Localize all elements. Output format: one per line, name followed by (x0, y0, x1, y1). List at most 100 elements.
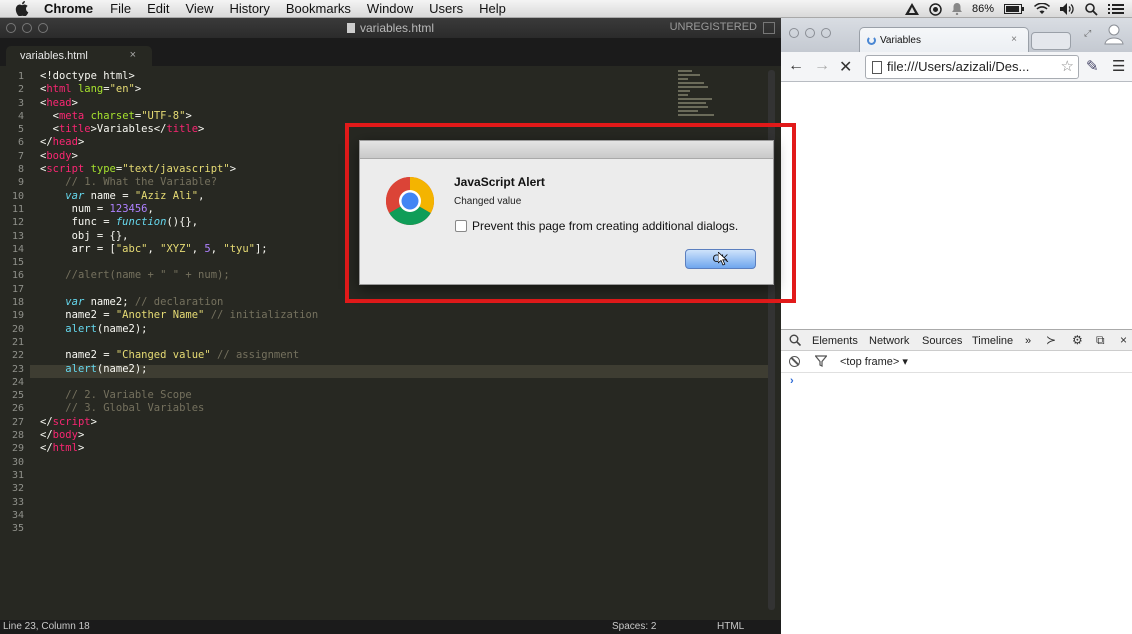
menu-bookmarks[interactable]: Bookmarks (286, 1, 351, 16)
frame-selector[interactable]: <top frame> ▾ (840, 355, 908, 368)
profile-icon[interactable] (1103, 22, 1125, 46)
notification-center-icon[interactable] (1108, 3, 1124, 15)
menu-help[interactable]: Help (479, 1, 506, 16)
notification-icon[interactable] (951, 3, 962, 15)
line-number: 9 (17, 177, 24, 189)
line-number: 26 (11, 403, 24, 415)
console-prompt[interactable]: › (790, 375, 794, 387)
devtools-tab-sources[interactable]: Sources (922, 335, 962, 347)
menu-users[interactable]: Users (429, 1, 463, 16)
javascript-alert-dialog: JavaScript Alert Changed value Prevent t… (359, 140, 774, 285)
devtools-tab-elements[interactable]: Elements (812, 335, 858, 347)
eyedropper-extension-icon[interactable]: ✎ (1086, 57, 1099, 75)
chrome-logo-icon (385, 177, 435, 226)
prevent-dialogs-label[interactable]: Prevent this page from creating addition… (472, 219, 738, 233)
dock-toggle-icon[interactable]: ⧉ (1096, 333, 1105, 348)
close-devtools-icon[interactable]: × (1120, 333, 1127, 347)
close-tab-icon[interactable]: × (130, 49, 136, 61)
editor-title-bar: variables.html UNREGISTERED (0, 18, 781, 38)
new-tab-button[interactable] (1031, 32, 1071, 50)
code-line: // 3. Global Variables (65, 402, 205, 415)
address-bar[interactable]: file:///Users/azizali/Des... ☆ (865, 55, 1079, 79)
code-line: </html> (40, 442, 85, 455)
devtools-tab-bar: Elements Network Sources Timeline » ≻ ⚙ … (781, 329, 1132, 351)
stop-loading-icon[interactable]: ✕ (839, 57, 852, 77)
inspect-search-icon[interactable] (789, 334, 801, 346)
indentation-setting[interactable]: Spaces: 2 (612, 621, 656, 632)
menu-app-name[interactable]: Chrome (44, 1, 93, 16)
code-line: alert(name2); (65, 322, 148, 335)
line-number: 10 (11, 190, 24, 202)
browser-window: Variables × ⤢ ← → ✕ file:///Users/azizal… (781, 18, 1132, 634)
drive-icon[interactable] (904, 3, 919, 15)
address-url: file:///Users/azizali/Des... (887, 59, 1030, 74)
line-number: 21 (11, 336, 24, 348)
spotlight-search-icon[interactable] (1085, 2, 1098, 16)
clear-console-icon[interactable] (789, 356, 800, 367)
line-number: 13 (11, 230, 24, 242)
browser-zoom-button[interactable] (821, 28, 831, 38)
forward-arrow-icon[interactable]: → (814, 57, 830, 75)
menu-view[interactable]: View (185, 1, 213, 16)
chrome-menu-icon[interactable]: ☰ (1112, 57, 1125, 75)
page-info-icon[interactable] (872, 61, 882, 74)
line-number: 1 (17, 71, 24, 82)
line-number: 35 (11, 523, 24, 535)
editor-window-title: variables.html (0, 21, 781, 35)
line-number: 11 (11, 203, 24, 215)
devtools-more-tabs[interactable]: » (1025, 335, 1031, 347)
syntax-mode[interactable]: HTML (717, 621, 744, 632)
line-number: 23 (11, 363, 24, 375)
browser-tab-variables[interactable]: Variables × (859, 27, 1029, 52)
minimap[interactable] (678, 70, 718, 130)
browser-close-button[interactable] (789, 28, 799, 38)
line-number: 32 (11, 483, 24, 495)
line-number: 27 (11, 416, 24, 428)
code-line: <html lang="en"> (40, 83, 142, 96)
code-line: name2 = "Another Name" // initialization (40, 309, 319, 322)
line-number: 16 (11, 270, 24, 282)
close-browser-tab-icon[interactable]: × (1011, 34, 1017, 45)
code-line: </script> (40, 415, 97, 428)
battery-percent[interactable]: 86% (972, 3, 994, 15)
bookmark-star-icon[interactable]: ☆ (1061, 57, 1074, 75)
back-arrow-icon[interactable]: ← (788, 57, 804, 75)
unregistered-label: UNREGISTERED (669, 21, 757, 33)
devtools-tab-timeline[interactable]: Timeline (972, 335, 1013, 347)
apple-menu-icon[interactable] (15, 1, 29, 16)
battery-icon[interactable] (1004, 4, 1024, 14)
devtools-settings-gear-icon[interactable]: ⚙ (1072, 333, 1083, 347)
wifi-icon[interactable] (1034, 3, 1050, 15)
code-line: <!doctype html> (40, 70, 135, 82)
code-line: </body> (40, 429, 85, 442)
menu-history[interactable]: History (229, 1, 269, 16)
fullscreen-icon[interactable] (763, 22, 775, 34)
editor-tab-variables[interactable]: variables.html × (6, 46, 152, 66)
line-number: 19 (11, 310, 24, 322)
browser-minimize-button[interactable] (805, 28, 815, 38)
filter-icon[interactable] (815, 355, 827, 367)
loading-spinner-icon (867, 36, 876, 45)
browser-window-controls (789, 28, 831, 38)
code-line: alert(name2); (65, 362, 148, 375)
menu-window[interactable]: Window (367, 1, 413, 16)
browser-toolbar: ← → ✕ file:///Users/azizali/Des... ☆ ✎ ☰ (781, 52, 1132, 82)
editor-tab-bar: variables.html × (0, 38, 781, 66)
browser-fullscreen-icon[interactable]: ⤢ (1084, 28, 1091, 39)
menu-edit[interactable]: Edit (147, 1, 169, 16)
line-number: 7 (17, 150, 24, 162)
browser-tab-strip: Variables × ⤢ (781, 18, 1132, 52)
line-number: 15 (11, 257, 24, 269)
record-icon[interactable] (929, 2, 942, 16)
prevent-dialogs-checkbox[interactable] (455, 220, 467, 232)
editor-window: variables.html UNREGISTERED variables.ht… (0, 18, 781, 634)
editor-status-bar: Line 23, Column 18 Spaces: 2 HTML (0, 620, 781, 634)
line-number: 22 (11, 350, 24, 362)
line-number: 20 (11, 323, 24, 335)
menu-file[interactable]: File (110, 1, 131, 16)
line-number: 30 (11, 456, 24, 468)
volume-icon[interactable] (1060, 3, 1075, 15)
console-drawer-icon[interactable]: ≻ (1046, 333, 1056, 347)
code-line: <head> (40, 96, 78, 109)
devtools-tab-network[interactable]: Network (869, 335, 909, 347)
